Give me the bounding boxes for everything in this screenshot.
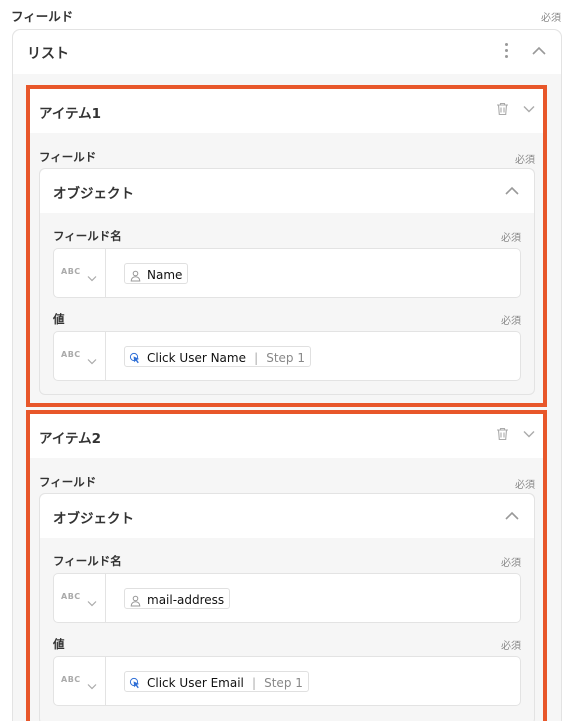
value-input[interactable]: ABC Click User Email | Step 1 — [53, 656, 521, 706]
type-label: ABC — [61, 267, 81, 276]
variable-chip[interactable]: Name — [124, 263, 189, 284]
list-item: アイテム1 フィールド 必須 オブジェクト フィールド名 必須 ABC Name… — [26, 85, 547, 407]
user-icon — [129, 592, 142, 607]
variable-chip[interactable]: Click User Email | Step 1 — [124, 671, 309, 692]
field-name-input[interactable]: ABC Name — [53, 248, 521, 298]
user-icon — [129, 267, 142, 282]
object-title: オブジェクト — [53, 511, 134, 527]
item-header: アイテム1 — [30, 89, 543, 133]
chevron-down-icon[interactable] — [523, 105, 535, 117]
list-item: アイテム2 フィールド 必須 オブジェクト フィールド名 必須 ABC mail… — [26, 410, 547, 721]
object-header: オブジェクト — [40, 494, 534, 538]
more-options-icon[interactable] — [501, 43, 511, 61]
type-label: ABC — [61, 675, 81, 684]
chip-separator: | — [251, 676, 257, 690]
chevron-down-icon[interactable] — [523, 430, 535, 442]
chevron-down-icon — [87, 350, 97, 369]
chevron-up-icon[interactable] — [505, 186, 519, 198]
chip-label: Name — [147, 268, 183, 282]
value-label: 値 — [53, 312, 65, 326]
field-label: フィールド — [11, 9, 74, 24]
chip-label: Click User Email — [147, 676, 244, 690]
type-selector[interactable]: ABC — [54, 249, 106, 297]
required-badge: 必須 — [515, 480, 535, 491]
object-title: オブジェクト — [53, 186, 134, 202]
field-name-label: フィールド名 — [53, 229, 122, 243]
chevron-up-icon[interactable] — [505, 511, 519, 523]
step-label: Step 1 — [266, 351, 305, 365]
type-selector[interactable]: ABC — [54, 657, 106, 705]
type-label: ABC — [61, 350, 81, 359]
object-panel: オブジェクト フィールド名 必須 ABC Name 値 必須 ABC Click… — [39, 168, 535, 395]
required-badge: 必須 — [501, 558, 521, 569]
trash-icon[interactable] — [496, 426, 510, 441]
list-title: リスト — [27, 46, 69, 62]
chevron-up-icon[interactable] — [532, 46, 546, 58]
variable-chip[interactable]: Click User Name | Step 1 — [124, 346, 311, 367]
item-header: アイテム2 — [30, 414, 543, 458]
required-badge: 必須 — [501, 641, 521, 652]
trash-icon[interactable] — [496, 101, 510, 116]
field-label: フィールド — [39, 475, 97, 489]
field-name-label: フィールド名 — [53, 554, 122, 568]
required-badge: 必須 — [501, 316, 521, 327]
value-input[interactable]: ABC Click User Name | Step 1 — [53, 331, 521, 381]
chip-label: mail-address — [147, 593, 225, 607]
step-label: Step 1 — [264, 676, 303, 690]
type-selector[interactable]: ABC — [54, 332, 106, 380]
item-title: アイテム2 — [39, 431, 102, 447]
chevron-down-icon — [87, 267, 97, 286]
value-label: 値 — [53, 637, 65, 651]
object-panel: オブジェクト フィールド名 必須 ABC mail-address 値 必須 A… — [39, 493, 535, 721]
field-label: フィールド — [39, 150, 97, 164]
type-label: ABC — [61, 592, 81, 601]
object-header: オブジェクト — [40, 169, 534, 213]
field-name-input[interactable]: ABC mail-address — [53, 573, 521, 623]
required-badge: 必須 — [541, 13, 561, 24]
item-title: アイテム1 — [39, 106, 102, 122]
chevron-down-icon — [87, 675, 97, 694]
click-icon — [129, 675, 142, 689]
list-header: リスト — [13, 30, 561, 74]
chip-label: Click User Name — [147, 351, 246, 365]
required-badge: 必須 — [501, 233, 521, 244]
type-selector[interactable]: ABC — [54, 574, 106, 622]
click-icon — [129, 350, 142, 364]
required-badge: 必須 — [515, 155, 535, 166]
chevron-down-icon — [87, 592, 97, 611]
chip-separator: | — [254, 351, 259, 365]
variable-chip[interactable]: mail-address — [124, 588, 231, 609]
